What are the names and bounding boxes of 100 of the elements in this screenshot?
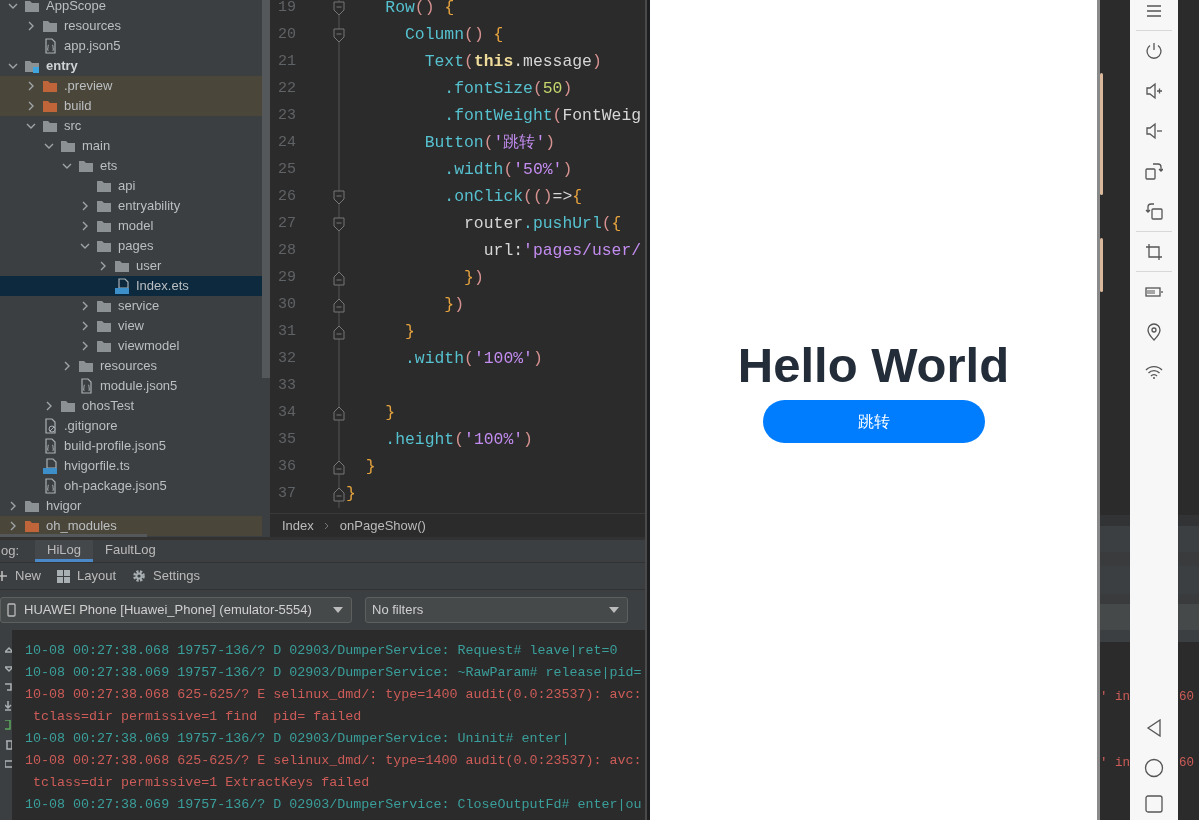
- tree-item[interactable]: .preview: [0, 76, 262, 96]
- tree-item[interactable]: main: [0, 136, 262, 156]
- tree-item[interactable]: view: [0, 316, 262, 336]
- breadcrumb-item[interactable]: onPageShow(): [339, 515, 426, 536]
- fold-icon[interactable]: [333, 400, 345, 427]
- line-number: 23: [277, 106, 297, 127]
- fold-icon[interactable]: [333, 319, 345, 346]
- log-tab[interactable]: HiLog: [35, 540, 94, 562]
- recent-apps-icon[interactable]: [1145, 795, 1163, 813]
- emulator-screen[interactable]: Hello World 跳转: [650, 0, 1097, 820]
- fold-icon[interactable]: [333, 292, 345, 319]
- tool-icon[interactable]: [5, 701, 12, 712]
- caret-icon: [609, 607, 619, 613]
- line-number: 31: [277, 322, 297, 343]
- fold-icon[interactable]: [333, 454, 345, 481]
- tree-item[interactable]: .gitignore: [0, 416, 262, 436]
- tree-item[interactable]: resources: [0, 16, 262, 36]
- ets-file-icon: [114, 278, 130, 294]
- tree-item[interactable]: ets: [0, 156, 262, 176]
- tree-item[interactable]: user: [0, 256, 262, 276]
- fold-icon[interactable]: [333, 265, 345, 292]
- log-tab[interactable]: FaultLog: [93, 540, 168, 562]
- line-number: 34: [277, 403, 297, 424]
- tree-item[interactable]: module.json5: [0, 376, 262, 396]
- tree-item[interactable]: build-profile.json5: [0, 436, 262, 456]
- tree-item[interactable]: pages: [0, 236, 262, 256]
- tool-icon[interactable]: [5, 739, 12, 750]
- device-dropdown[interactable]: HUAWEI Phone [Huawei_Phone] (emulator-5554): [0, 597, 352, 623]
- fold-icon[interactable]: [333, 481, 345, 508]
- line-number: 28: [277, 241, 297, 262]
- tree-item[interactable]: hvigorfile.ts: [0, 456, 262, 476]
- log-line: 10-08 00:27:38.069 19757-136/? D 02903/DumperService: CloseOutputFd# enter|ou: [25, 796, 642, 814]
- tree-item[interactable]: ohosTest: [0, 396, 262, 416]
- tree-item[interactable]: Index.ets: [0, 276, 262, 296]
- crop-icon[interactable]: [1145, 242, 1163, 261]
- fold-icon[interactable]: [333, 211, 345, 238]
- tool-icon[interactable]: [5, 644, 12, 655]
- tool-icon[interactable]: [5, 663, 12, 674]
- tool-icon[interactable]: [5, 682, 12, 693]
- chevron-right-icon: [323, 520, 330, 531]
- folder-icon: [60, 399, 76, 413]
- line-number: 19: [277, 0, 297, 19]
- tree-item[interactable]: hvigor: [0, 496, 262, 516]
- tree-item[interactable]: entry: [0, 56, 262, 76]
- folder-icon: [78, 359, 94, 373]
- home-icon[interactable]: [1144, 758, 1164, 778]
- tree-item[interactable]: model: [0, 216, 262, 236]
- rotate-right-icon[interactable]: [1145, 162, 1163, 180]
- jump-button[interactable]: 跳转: [762, 400, 985, 443]
- log-line: 10-08 00:27:38.069 19757-136/? D 02903/DumperService: ~RawParam# release|pid=: [25, 664, 642, 682]
- fold-icon[interactable]: [333, 22, 345, 49]
- breadcrumb-item[interactable]: Index: [282, 515, 314, 536]
- volume-down-icon[interactable]: [1145, 122, 1163, 140]
- toolbar-button[interactable]: Layout: [57, 566, 117, 586]
- line-number: 26: [277, 187, 297, 208]
- tool-icon[interactable]: [5, 758, 12, 769]
- code-line: .fontWeight(FontWeig: [443, 105, 642, 128]
- json-file-icon: [42, 438, 58, 454]
- toolbar-button[interactable]: Settings: [132, 566, 201, 586]
- fold-icon[interactable]: [333, 0, 345, 22]
- location-icon[interactable]: [1147, 323, 1161, 341]
- scrollbar[interactable]: [0, 534, 147, 537]
- line-number: 33: [277, 376, 297, 397]
- power-icon[interactable]: [1145, 42, 1163, 60]
- settings-icon: [132, 569, 147, 583]
- code-line: }): [463, 267, 484, 290]
- log-line: tclass=dir permissive=1 find pid= failed: [32, 708, 363, 726]
- tool-icon[interactable]: [5, 720, 12, 731]
- tree-item[interactable]: resources: [0, 356, 262, 376]
- tree-item[interactable]: AppScope: [0, 0, 262, 16]
- volume-up-icon[interactable]: [1145, 82, 1163, 100]
- folder-icon: [96, 199, 112, 213]
- code-line: Row() {: [384, 0, 455, 20]
- tree-item[interactable]: service: [0, 296, 262, 316]
- tree-item[interactable]: oh-package.json5: [0, 476, 262, 496]
- log-line: tclass=dir permissive=1 ExtractKeys failed: [32, 774, 371, 792]
- tree-item[interactable]: build: [0, 96, 262, 116]
- rotate-left-icon[interactable]: [1145, 202, 1163, 220]
- menu-icon[interactable]: [1146, 4, 1162, 18]
- tree-item[interactable]: entryability: [0, 196, 262, 216]
- filter-dropdown[interactable]: No filters: [365, 597, 628, 623]
- tree-item[interactable]: viewmodel: [0, 336, 262, 356]
- log-line: 10-08 00:27:38.068 625-625/? E selinux_dmd/: type=1400 audit(0.0:23537): avc:: [25, 686, 642, 704]
- back-icon[interactable]: [1146, 719, 1162, 737]
- toolbar-button[interactable]: New: [0, 566, 41, 586]
- json-file-icon: [42, 38, 58, 54]
- fold-icon[interactable]: [333, 184, 345, 211]
- scrollbar[interactable]: [262, 0, 270, 378]
- tree-item[interactable]: oh_modules: [0, 516, 262, 536]
- tree-item[interactable]: api: [0, 176, 262, 196]
- ts-file-icon: [42, 458, 58, 474]
- battery-icon[interactable]: [1145, 287, 1163, 297]
- line-number: 24: [277, 133, 297, 154]
- code-line: }: [346, 483, 356, 506]
- line-number: 27: [277, 214, 297, 235]
- tree-item[interactable]: app.json5: [0, 36, 262, 56]
- folder-icon: [96, 179, 112, 193]
- panel-label: og:: [0, 542, 21, 561]
- wifi-icon[interactable]: [1145, 365, 1163, 379]
- tree-item[interactable]: src: [0, 116, 262, 136]
